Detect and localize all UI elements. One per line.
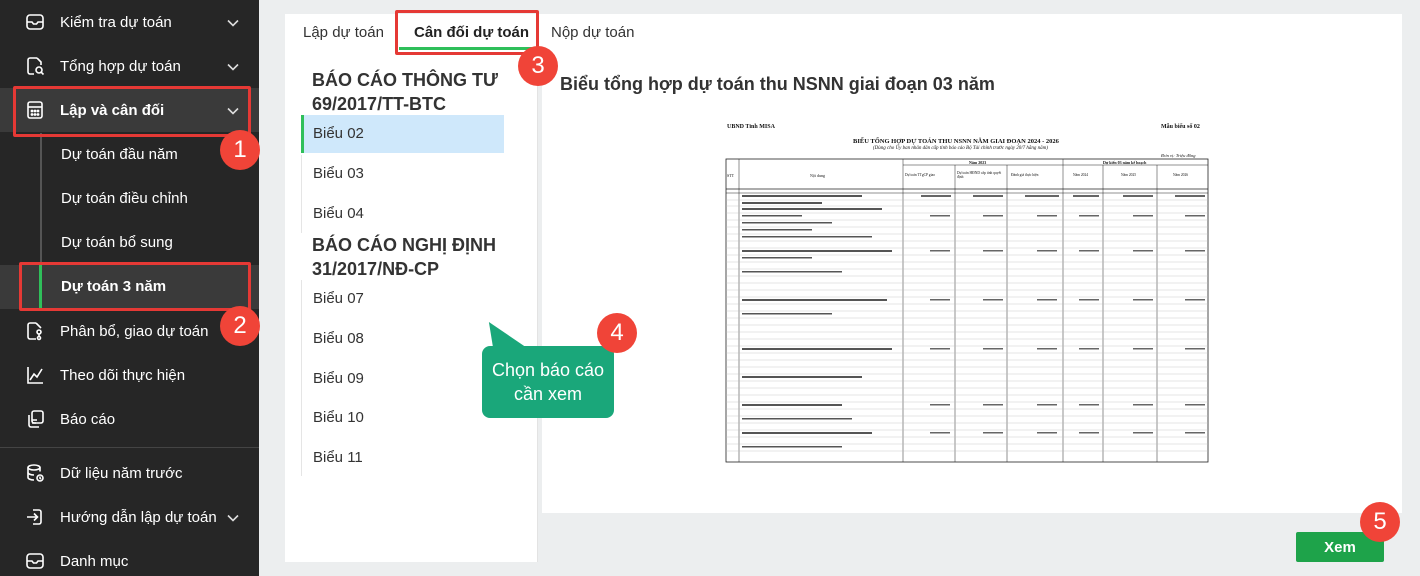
- report-item-bieu-11[interactable]: Biểu 11: [301, 439, 504, 477]
- sidebar-item-danh-muc[interactable]: Danh mục: [0, 539, 259, 576]
- report-item-label: Biểu 10: [313, 409, 364, 426]
- doc-col: Dự toán HĐND cấp tỉnh quyết định: [957, 171, 1002, 179]
- doc-col: Đánh giá thực hiện: [1011, 173, 1039, 177]
- sidebar-item-label: Báo cáo: [60, 410, 116, 428]
- sidebar-item-label: Dữ liệu năm trước: [60, 464, 183, 482]
- report-item-label: Biểu 07: [313, 290, 364, 307]
- doc-col: Năm 2025: [1121, 173, 1137, 177]
- doc-col-content: Nội dung: [810, 173, 825, 178]
- step-badge: 5: [1360, 502, 1400, 542]
- chevron-down-icon: [227, 63, 239, 71]
- step-badge: 2: [220, 306, 260, 346]
- report-item-bieu-04[interactable]: Biểu 04: [301, 195, 504, 233]
- sidebar-subitem-du-toan-bo-sung[interactable]: Dự toán bổ sung: [0, 221, 259, 265]
- report-item-label: Biểu 08: [313, 330, 364, 347]
- doc-col: Năm 2026: [1173, 173, 1189, 177]
- step-badge: 3: [518, 46, 558, 86]
- tab-lap-du-toan[interactable]: Lập dự toán: [303, 14, 384, 51]
- sidebar-item-du-lieu-nam-truoc[interactable]: Dữ liệu năm trước: [0, 451, 259, 495]
- report-item-bieu-09[interactable]: Biểu 09: [301, 360, 504, 398]
- sidebar-item-label: Phân bổ, giao dự toán: [60, 322, 209, 340]
- highlight-box: [13, 86, 251, 137]
- sidebar-item-label: Theo dõi thực hiện: [60, 366, 186, 384]
- report-item-label: Biểu 09: [313, 370, 364, 387]
- report-item-bieu-02[interactable]: Biểu 02: [301, 115, 504, 153]
- report-group-title: BÁO CÁO NGHỊ ĐỊNH 31/2017/NĐ-CP: [312, 235, 496, 279]
- report-thumbnail: UBND Tỉnh MISA Mẫu biểu số 02 BIỂU TỔNG …: [725, 118, 1211, 468]
- line-chart-icon: [24, 364, 46, 386]
- report-item-bieu-03[interactable]: Biểu 03: [301, 155, 504, 193]
- doc-subheading: (Dùng cho Ủy ban nhân dân cấp tỉnh báo c…: [873, 146, 1048, 151]
- doc-col: Dự toán TTgCP giao: [905, 173, 935, 177]
- doc-col: Năm 2024: [1073, 173, 1089, 177]
- report-item-bieu-08[interactable]: Biểu 08: [301, 320, 504, 358]
- report-item-label: Biểu 11: [313, 449, 363, 466]
- sidebar-item-bao-cao[interactable]: Báo cáo: [0, 397, 259, 441]
- chevron-down-icon: [227, 514, 239, 522]
- doc-col-plan: Dự kiến 03 năm kế hoạch: [1103, 160, 1147, 165]
- step-badge: 1: [220, 130, 260, 170]
- sidebar-item-label: Tổng hợp dự toán: [60, 57, 181, 75]
- tab-label: Lập dự toán: [303, 24, 384, 41]
- report-icon: [24, 408, 46, 430]
- sidebar-item-huong-dan-lap-du-toan[interactable]: Hướng dẫn lập dự toán: [0, 495, 259, 539]
- list-guide-line: [301, 280, 302, 476]
- report-item-bieu-07[interactable]: Biểu 07: [301, 280, 504, 318]
- sidebar-item-theo-doi-thuc-hien[interactable]: Theo dõi thực hiện: [0, 353, 259, 397]
- highlight-box: [395, 10, 539, 55]
- doc-heading: BIỂU TỔNG HỢP DỰ TOÁN THU NSNN NĂM GIAI …: [853, 138, 1059, 145]
- doc-table-grid: [725, 158, 1209, 463]
- doc-col-year2023: Năm 2023: [969, 160, 987, 165]
- login-icon: [24, 506, 46, 528]
- report-group-title: BÁO CÁO THÔNG TƯ 69/2017/TT-BTC: [312, 70, 498, 114]
- report-item-label: Biểu 03: [313, 165, 364, 182]
- preview-title: Biểu tổng hợp dự toán thu NSNN giai đoạn…: [560, 74, 995, 94]
- chevron-down-icon: [227, 19, 239, 27]
- report-item-bieu-10[interactable]: Biểu 10: [301, 399, 504, 437]
- report-item-label: Biểu 02: [313, 125, 364, 142]
- sidebar-subitem-label: Dự toán đầu năm: [61, 146, 178, 163]
- highlight-box: [19, 262, 251, 311]
- database-icon: [24, 462, 46, 484]
- sidebar-subitem-label: Dự toán điều chỉnh: [61, 190, 188, 207]
- report-item-label: Biểu 04: [313, 205, 364, 222]
- sidebar-item-kiem-tra-du-toan[interactable]: Kiểm tra dự toán: [0, 0, 259, 44]
- sidebar-item-label: Kiểm tra dự toán: [60, 13, 172, 31]
- list-guide-line: [301, 155, 302, 233]
- inbox-icon: [24, 550, 46, 572]
- flow-icon: [24, 320, 46, 342]
- tab-nop-du-toan[interactable]: Nộp dự toán: [551, 14, 634, 51]
- doc-org: UBND Tỉnh MISA: [727, 124, 775, 130]
- sidebar-subitem-du-toan-dieu-chinh[interactable]: Dự toán điều chỉnh: [0, 177, 259, 221]
- doc-col-stt: STT: [727, 173, 735, 178]
- sidebar-divider: [0, 447, 259, 448]
- doc-form-no: Mẫu biểu số 02: [1161, 124, 1200, 130]
- callout-hint: Chọn báo cáo cần xem: [482, 346, 614, 418]
- sidebar-item-label: Hướng dẫn lập dự toán: [60, 508, 217, 526]
- sidebar-subitem-label: Dự toán bổ sung: [61, 234, 173, 251]
- doc-search-icon: [24, 55, 46, 77]
- tab-label: Nộp dự toán: [551, 24, 635, 41]
- sidebar-item-tong-hop-du-toan[interactable]: Tổng hợp dự toán: [0, 44, 259, 88]
- step-badge: 4: [597, 313, 637, 353]
- inbox-icon: [24, 11, 46, 33]
- sidebar-item-label: Danh mục: [60, 552, 129, 570]
